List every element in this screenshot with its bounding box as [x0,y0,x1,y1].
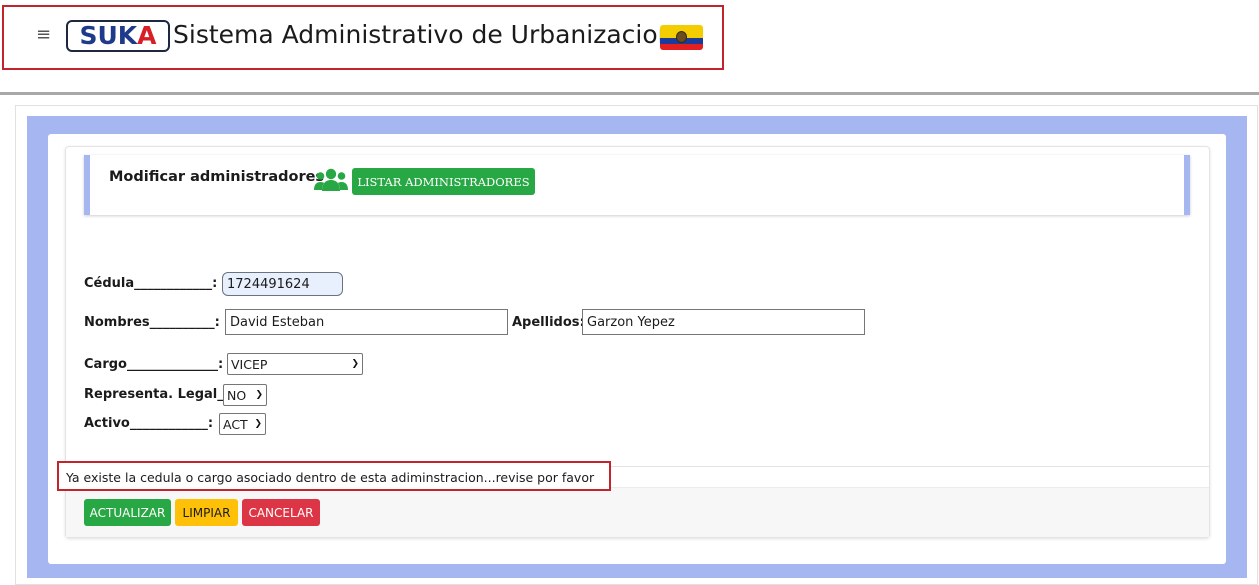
activo-label: Activo____________: [84,416,214,431]
logo-text-accent: A [137,21,157,50]
ecuador-flag-icon [660,25,703,50]
chevron-down-icon: ❯ [351,359,359,369]
section-title: Modificar administradores [109,169,325,185]
representa-legal-label: Representa. Legal__: [84,387,236,402]
cancel-button[interactable]: CANCELAR [242,499,320,526]
list-administrators-button[interactable]: LISTAR ADMINISTRADORES [352,168,535,195]
cedula-label: Cédula____________: [84,276,218,291]
apellidos-input[interactable]: Garzon Yepez [582,309,865,335]
hamburger-menu-icon[interactable]: ≡ [36,25,51,45]
cargo-label: Cargo______________: [84,357,224,372]
app-title: Sistema Administrativo de Urbanizaciones [173,20,702,49]
nombres-label: Nombres__________: [84,315,220,330]
apellidos-label: Apellidos: [512,315,585,330]
representa-legal-select[interactable]: NO ❯ [223,384,267,406]
error-message: Ya existe la cedula o cargo asociado den… [66,470,595,485]
clear-button[interactable]: LIMPIAR [175,499,238,526]
nombres-input[interactable]: David Esteban [225,309,508,335]
header-divider [0,92,1259,95]
chevron-down-icon: ❯ [255,390,263,400]
users-icon [314,168,348,191]
section-header-box [84,155,1190,215]
cedula-input[interactable]: 1724491624 [222,272,343,296]
logo-text-primary: SUK [79,21,138,50]
suka-logo: SUKA [66,20,170,52]
cargo-select[interactable]: VICEP ❯ [227,353,363,375]
cargo-selected-value: VICEP [231,356,268,372]
representa-legal-selected-value: NO [227,387,247,403]
update-button[interactable]: ACTUALIZAR [84,499,171,526]
activo-select[interactable]: ACT ❯ [219,413,266,435]
chevron-down-icon: ❯ [254,419,262,429]
activo-selected-value: ACT [223,416,248,432]
